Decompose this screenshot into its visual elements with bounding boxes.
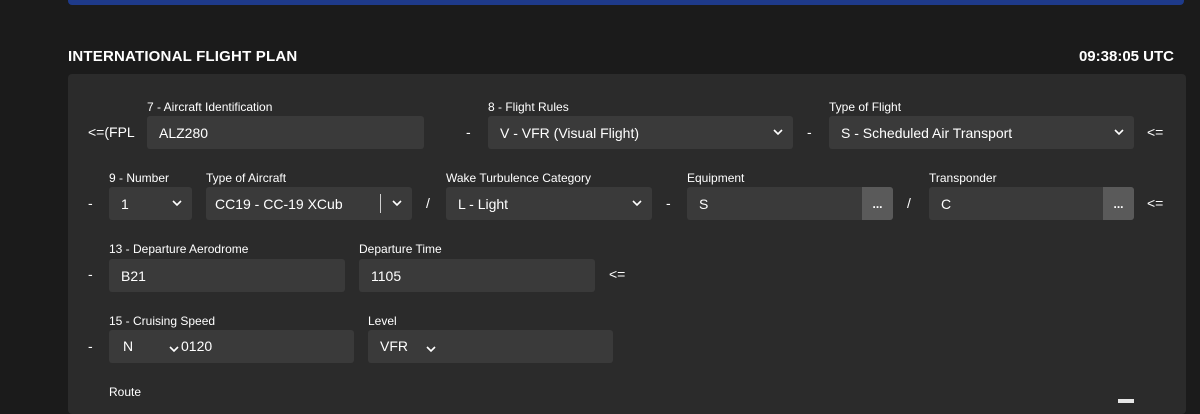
equipment-label: Equipment [687,171,745,185]
separator-slash: / [426,195,430,211]
page-title: INTERNATIONAL FLIGHT PLAN [68,48,298,65]
separator-dash: - [88,195,93,211]
flight-plan-form: <=(FPL 7 - Aircraft Identification ALZ28… [68,74,1186,414]
speed-unit-value: N [123,338,134,354]
transponder-label: Transponder [929,171,997,185]
wake-turbulence-label: Wake Turbulence Category [446,171,591,185]
separator-dash: - [88,266,93,282]
cruising-speed-input[interactable]: 0120 [181,338,212,354]
number-label: 9 - Number [109,171,170,185]
separator-slash: / [907,195,911,211]
fpl-prefix: <=(FPL [88,124,135,140]
separator-dash: - [666,195,671,211]
level-group: VFR [368,330,613,363]
transponder-input[interactable]: C ... [929,187,1134,220]
row-end-marker: <= [1147,195,1164,211]
chevron-down-icon [172,198,182,208]
wake-turbulence-value: L - Light [458,195,509,212]
flight-rules-label: 8 - Flight Rules [488,100,569,114]
number-select[interactable]: 1 [109,187,192,220]
speed-unit-select[interactable]: N [123,338,181,354]
wake-turbulence-select[interactable]: L - Light [446,187,652,220]
aircraft-id-label: 7 - Aircraft Identification [147,100,273,114]
utc-clock: 09:38:05 UTC [1078,48,1174,65]
chevron-down-icon [1114,127,1124,137]
aircraft-id-value: ALZ280 [159,124,209,141]
row-end-marker: <= [1147,124,1164,140]
route-label: Route [109,385,142,399]
departure-aerodrome-label: 13 - Departure Aerodrome [109,242,249,256]
aircraft-type-value: CC19 - CC-19 XCub [215,195,343,212]
separator-dash: - [88,338,93,354]
transponder-more-button[interactable]: ... [1103,187,1134,220]
type-of-flight-label: Type of Flight [829,100,902,114]
equipment-more-button[interactable]: ... [862,187,893,220]
cruising-speed-label: 15 - Cruising Speed [109,314,216,328]
transponder-value: C [941,195,952,212]
separator-dash: - [466,124,471,140]
combobox-divider [380,194,381,213]
level-value: VFR [380,338,408,354]
aircraft-type-combobox[interactable]: CC19 - CC-19 XCub [206,187,412,220]
type-of-flight-select[interactable]: S - Scheduled Air Transport [829,116,1134,149]
chevron-down-icon [773,127,783,137]
level-select[interactable]: VFR [380,338,442,354]
row-end-marker: <= [609,266,626,282]
chevron-down-icon [169,341,179,357]
scrollbar-thumb[interactable] [1118,399,1134,403]
departure-aerodrome-value: B21 [121,267,146,284]
number-value: 1 [121,195,129,212]
departure-aerodrome-input[interactable]: B21 [109,259,345,292]
aircraft-type-label: Type of Aircraft [206,171,287,185]
top-banner [68,0,1184,5]
level-label: Level [368,314,397,328]
departure-time-input[interactable]: 1105 [359,259,595,292]
equipment-value: S [699,195,709,212]
flight-rules-value: V - VFR (Visual Flight) [500,124,639,141]
chevron-down-icon [392,198,402,208]
separator-dash: - [807,124,812,140]
departure-time-label: Departure Time [359,242,442,256]
flight-rules-select[interactable]: V - VFR (Visual Flight) [488,116,793,149]
chevron-down-icon [426,341,436,357]
type-of-flight-value: S - Scheduled Air Transport [841,124,1013,141]
chevron-down-icon [632,198,642,208]
cruising-speed-group: N 0120 [109,330,354,363]
aircraft-id-input[interactable]: ALZ280 [147,116,424,149]
equipment-input[interactable]: S ... [687,187,893,220]
departure-time-value: 1105 [371,267,402,284]
